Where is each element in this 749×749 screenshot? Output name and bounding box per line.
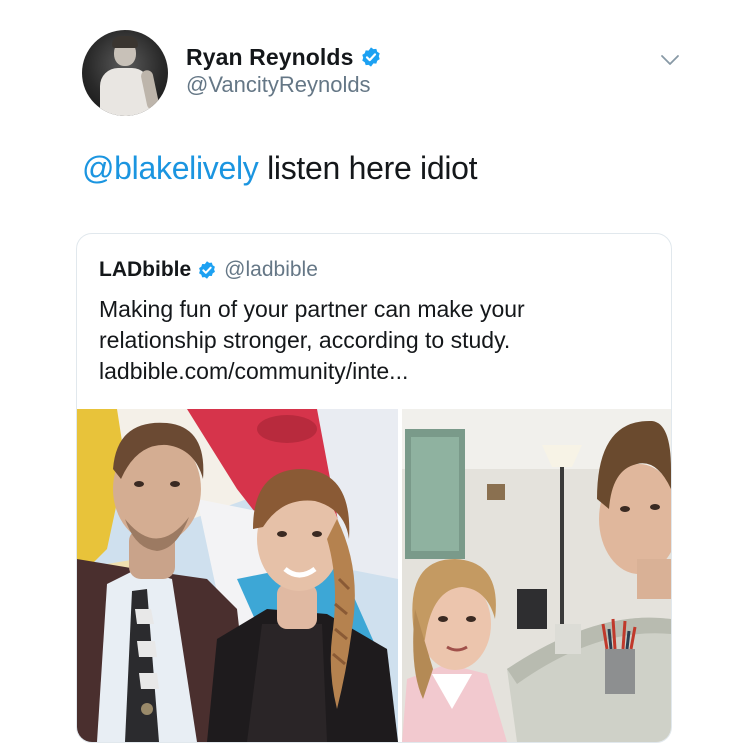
tweet-text: @blakelively listen here idiot (82, 150, 478, 187)
author-handle[interactable]: @VancityReynolds (186, 72, 371, 98)
author-display-name[interactable]: Ryan Reynolds (186, 44, 353, 71)
tweet: Ryan Reynolds @VancityReynolds @blakeliv… (0, 0, 749, 749)
verified-badge-icon (362, 47, 381, 67)
quoted-tweet-card[interactable]: LADbible @ladbible Making fun of your pa… (76, 233, 672, 743)
quoted-text-line: Making fun of your partner can make your (99, 296, 525, 322)
chevron-down-icon[interactable] (658, 48, 682, 72)
media-divider (398, 409, 402, 742)
couple-photo[interactable] (77, 409, 398, 742)
quoted-text-line: relationship stronger, according to stud… (99, 327, 511, 353)
mention-link[interactable]: @blakelively (82, 150, 259, 186)
avatar-hair (112, 36, 138, 48)
avatar[interactable] (82, 30, 168, 116)
quoted-link[interactable]: ladbible.com/community/inte... (99, 356, 659, 387)
quoted-author-name[interactable]: LADbible (99, 258, 191, 282)
author-name-row: Ryan Reynolds (186, 40, 382, 74)
tweet-body-text: listen here idiot (258, 150, 478, 186)
office-photo[interactable] (402, 409, 671, 742)
verified-badge-icon (199, 261, 216, 279)
quoted-tweet-text: Making fun of your partner can make your… (99, 294, 659, 387)
quoted-media[interactable] (77, 409, 671, 742)
quoted-tweet-header: LADbible @ladbible (99, 256, 318, 284)
quoted-author-handle[interactable]: @ladbible (224, 258, 318, 282)
media-collage (77, 409, 671, 742)
